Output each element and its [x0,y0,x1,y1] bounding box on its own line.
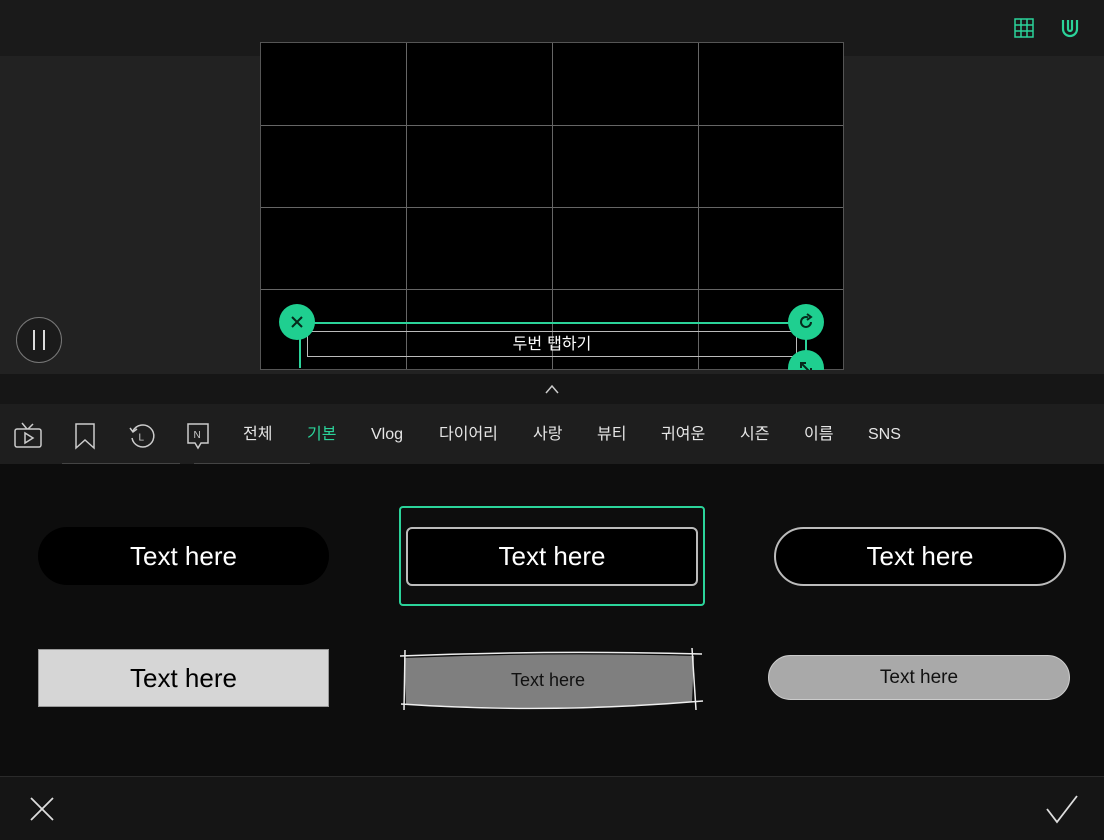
pause-icon-bar [43,330,45,350]
delete-handle-icon[interactable] [279,304,315,340]
preset-outlined-pill[interactable]: Text here [774,527,1066,586]
tab-love[interactable]: 사랑 [533,404,562,464]
scale-handle-clip [788,350,824,370]
grid-line [261,125,843,126]
rotate-handle-icon[interactable] [788,304,824,340]
scale-handle-icon[interactable] [788,350,824,370]
text-box-label[interactable]: 두번 탭하기 [307,331,797,357]
preset-outlined-rect-selected[interactable]: Text here [399,506,705,606]
magnet-snap-icon[interactable] [1056,14,1084,42]
preset-gray-pill[interactable]: Text here [768,655,1070,700]
tab-diary[interactable]: 다이어리 [439,404,498,464]
tab-sns[interactable]: SNS [868,404,901,464]
tab-basic[interactable]: 기본 [307,404,336,464]
confirm-check-icon[interactable] [1044,793,1080,825]
preset-sketch-gray-label: Text here [510,669,586,690]
recent-history-icon[interactable]: L [127,421,157,451]
tab-season[interactable]: 시즌 [740,404,769,464]
svg-text:L: L [139,433,145,444]
bottom-action-bar [0,776,1104,840]
pause-icon [33,330,35,350]
chevron-up-icon [545,384,559,394]
preset-light-gray-rect[interactable]: Text here [38,649,329,707]
pause-button[interactable] [16,317,62,363]
preset-black-pill[interactable]: Text here [38,527,329,585]
preset-outlined-rect-label: Text here [406,526,698,586]
video-canvas[interactable] [260,42,844,370]
tab-vlog[interactable]: Vlog [371,404,403,464]
tab-cute[interactable]: 귀여운 [661,404,705,464]
tv-play-icon[interactable] [13,421,43,451]
bookmark-icon[interactable] [70,421,100,451]
tab-all[interactable]: 전체 [243,404,272,464]
grid-line [261,207,843,208]
grid-toggle-icon[interactable] [1010,14,1038,42]
svg-text:N: N [194,430,201,441]
grid-line [261,289,843,290]
tab-beauty[interactable]: 뷰티 [597,404,626,464]
category-tabs: L N 전체 기본 Vlog 다이어리 사랑 뷰티 귀여운 시즌 이름 SNS [0,404,1104,464]
tab-name[interactable]: 이름 [804,404,833,464]
panel-collapse-toggle[interactable] [0,374,1104,404]
close-icon[interactable] [26,793,58,825]
new-badge-icon[interactable]: N [183,421,213,451]
preset-sketch-gray[interactable]: Text here [398,648,706,712]
